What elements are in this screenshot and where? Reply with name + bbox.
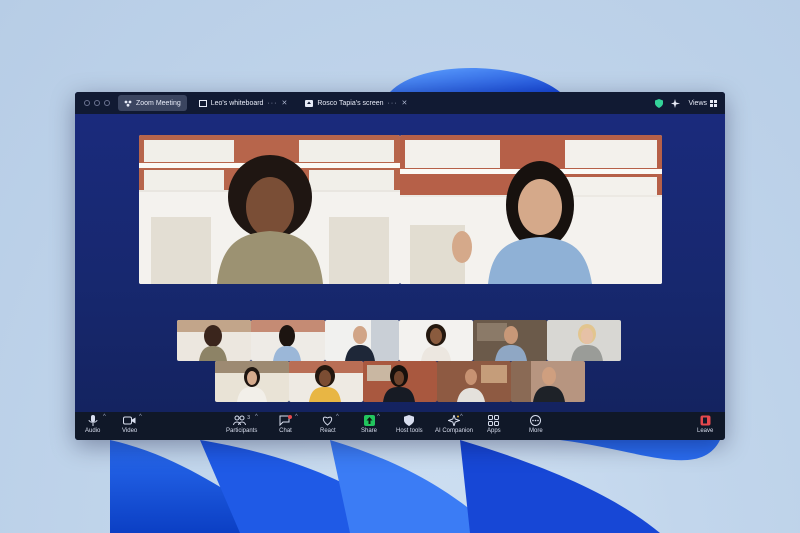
tab-more-icon[interactable]: ··· bbox=[267, 100, 277, 107]
share-arrow-icon bbox=[363, 415, 375, 426]
participants-icon bbox=[233, 415, 247, 426]
participant-video-frame bbox=[473, 320, 547, 361]
react-label: React bbox=[320, 428, 336, 434]
audio-options-caret-icon[interactable]: ^ bbox=[103, 414, 106, 420]
participants-options-caret-icon[interactable]: ^ bbox=[255, 414, 258, 420]
video-camera-icon bbox=[123, 416, 136, 425]
host-tools-button[interactable]: Host tools bbox=[396, 415, 423, 434]
participant-video-frame bbox=[289, 361, 363, 402]
gallery-tile-5[interactable] bbox=[473, 320, 547, 361]
meeting-toolbar: Audio ^ Video ^ 3 Participants ^ Chat ^ … bbox=[75, 412, 725, 440]
gallery-tile-6[interactable] bbox=[547, 320, 621, 361]
gallery-tile-8[interactable] bbox=[289, 361, 363, 402]
audio-label: Audio bbox=[85, 428, 101, 434]
zoom-logo-icon bbox=[124, 100, 132, 107]
tab-close-icon[interactable]: ✕ bbox=[402, 99, 408, 107]
ai-companion-button[interactable]: AI Companion bbox=[435, 415, 473, 434]
whiteboard-icon bbox=[198, 99, 207, 107]
maximize-window-button[interactable] bbox=[104, 100, 110, 106]
share-button[interactable]: Share bbox=[361, 415, 377, 434]
heart-icon bbox=[323, 416, 333, 426]
more-button[interactable]: More bbox=[529, 415, 543, 434]
participants-count: 3 bbox=[247, 415, 251, 421]
gallery-tile-10[interactable] bbox=[437, 361, 511, 402]
leave-door-icon bbox=[700, 415, 711, 426]
participant-video-frame bbox=[363, 361, 437, 402]
speaker-video-1[interactable] bbox=[139, 135, 400, 284]
gallery-tile-1[interactable] bbox=[177, 320, 251, 361]
gallery-tile-3[interactable] bbox=[325, 320, 399, 361]
leave-button[interactable]: Leave bbox=[697, 415, 713, 434]
participant-video-frame bbox=[177, 320, 251, 361]
tab-label: Zoom Meeting bbox=[136, 99, 181, 107]
participant-video-frame bbox=[251, 320, 325, 361]
speaker-video-2[interactable] bbox=[400, 135, 662, 284]
video-label: Video bbox=[122, 428, 138, 434]
share-screen-icon bbox=[305, 99, 314, 107]
gallery-tile-4[interactable] bbox=[399, 320, 473, 361]
chat-options-caret-icon[interactable]: ^ bbox=[295, 414, 298, 420]
react-options-caret-icon[interactable]: ^ bbox=[336, 414, 339, 420]
more-label: More bbox=[529, 428, 543, 434]
gallery-tile-7[interactable] bbox=[215, 361, 289, 402]
tab-shared-screen[interactable]: Rosco Tapia's screen ··· ✕ bbox=[299, 95, 413, 111]
tab-close-icon[interactable]: ✕ bbox=[281, 99, 287, 107]
tab-more-icon[interactable]: ··· bbox=[388, 100, 398, 107]
react-button[interactable]: React bbox=[320, 415, 336, 434]
apps-grid-icon bbox=[488, 415, 500, 426]
zoom-window: Zoom Meeting Leo's whiteboard ··· ✕ Rosc… bbox=[75, 92, 725, 440]
chat-button[interactable]: Chat bbox=[279, 415, 292, 434]
host-tools-label: Host tools bbox=[396, 428, 423, 434]
host-shield-icon bbox=[404, 415, 415, 426]
participant-video-frame bbox=[325, 320, 399, 361]
more-dots-icon bbox=[530, 415, 542, 426]
minimize-window-button[interactable] bbox=[94, 100, 100, 106]
video-button[interactable]: Video bbox=[122, 415, 137, 434]
participant-video-frame bbox=[400, 135, 662, 284]
shield-icon[interactable] bbox=[655, 98, 664, 108]
participant-video-frame bbox=[437, 361, 511, 402]
chat-bubble-icon bbox=[279, 415, 292, 426]
title-bar: Zoom Meeting Leo's whiteboard ··· ✕ Rosc… bbox=[75, 92, 725, 114]
ai-companion-label: AI Companion bbox=[435, 428, 474, 434]
share-options-caret-icon[interactable]: ^ bbox=[377, 414, 380, 420]
apps-button[interactable]: Apps bbox=[487, 415, 501, 434]
ai-sparkle-icon bbox=[448, 415, 461, 426]
participants-label: Participants bbox=[226, 428, 258, 434]
close-window-button[interactable] bbox=[84, 100, 90, 106]
participant-video-frame bbox=[215, 361, 289, 402]
sparkle-icon[interactable] bbox=[671, 98, 681, 108]
gallery-tile-11[interactable] bbox=[511, 361, 585, 402]
video-options-caret-icon[interactable]: ^ bbox=[139, 414, 142, 420]
tab-label: Leo's whiteboard bbox=[210, 99, 264, 107]
tab-whiteboard[interactable]: Leo's whiteboard ··· ✕ bbox=[193, 95, 294, 111]
meeting-stage bbox=[75, 114, 725, 412]
apps-label: Apps bbox=[487, 428, 501, 434]
participant-video-frame bbox=[511, 361, 585, 402]
audio-button[interactable]: Audio bbox=[85, 415, 100, 434]
chat-label: Chat bbox=[279, 428, 292, 434]
participant-video-frame bbox=[399, 320, 473, 361]
views-label: Views bbox=[688, 99, 707, 107]
gallery-tile-9[interactable] bbox=[363, 361, 437, 402]
participants-button[interactable]: 3 Participants bbox=[226, 415, 257, 434]
tab-zoom-meeting[interactable]: Zoom Meeting bbox=[118, 95, 187, 111]
leave-label: Leave bbox=[697, 428, 714, 434]
views-button[interactable]: Views bbox=[688, 99, 717, 107]
tab-label: Rosco Tapia's screen bbox=[317, 99, 384, 107]
ai-companion-options-caret-icon[interactable]: ^ bbox=[460, 414, 463, 420]
window-controls bbox=[84, 100, 118, 106]
grid-icon bbox=[710, 99, 717, 107]
gallery-tile-2[interactable] bbox=[251, 320, 325, 361]
title-bar-right: Views bbox=[655, 98, 717, 108]
share-label: Share bbox=[361, 428, 378, 434]
microphone-icon bbox=[88, 415, 98, 426]
participant-video-frame bbox=[139, 135, 400, 284]
participant-video-frame bbox=[547, 320, 621, 361]
